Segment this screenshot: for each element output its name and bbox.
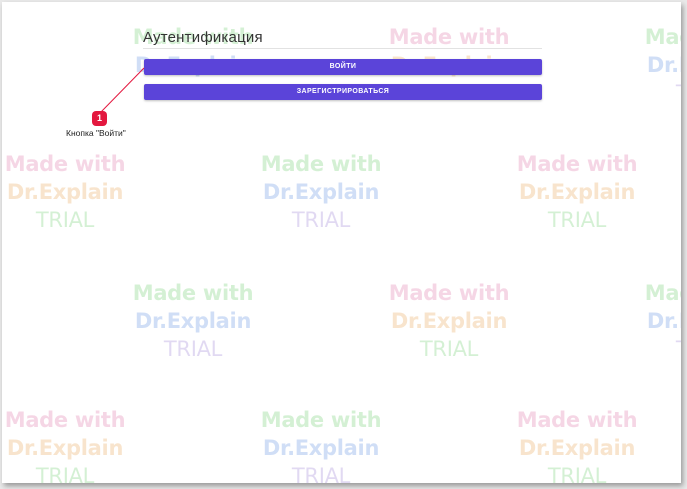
- watermark: Made withDr.ExplainTRIAL: [388, 281, 510, 361]
- screenshot-frame: Made withDr.ExplainTRIAL Made withDr.Exp…: [2, 2, 681, 483]
- login-button[interactable]: ВОЙТИ: [144, 59, 542, 75]
- watermark: Made withDr.ExplainTRIAL: [132, 281, 254, 361]
- callout-label: Кнопка "Войти": [66, 128, 126, 138]
- watermark: Made withDr.ExplainTRIAL: [260, 152, 382, 232]
- watermark: Made withDr.ExplainTRIAL: [260, 408, 382, 483]
- watermark: Made withDr.ExplainTRIAL: [644, 281, 681, 361]
- title-divider: [143, 48, 542, 49]
- page-title: Аутентификация: [143, 29, 263, 46]
- callout-number-badge: 1: [92, 111, 107, 126]
- register-button[interactable]: ЗАРЕГИСТРИРОВАТЬСЯ: [144, 84, 542, 100]
- watermark: Made withDr.ExplainTRIAL: [4, 408, 126, 483]
- watermark: Made withDr.ExplainTRIAL: [516, 152, 638, 232]
- watermark: Made withDr.ExplainTRIAL: [644, 25, 681, 105]
- watermark: Made withDr.ExplainTRIAL: [516, 408, 638, 483]
- watermark: Made withDr.ExplainTRIAL: [4, 152, 126, 232]
